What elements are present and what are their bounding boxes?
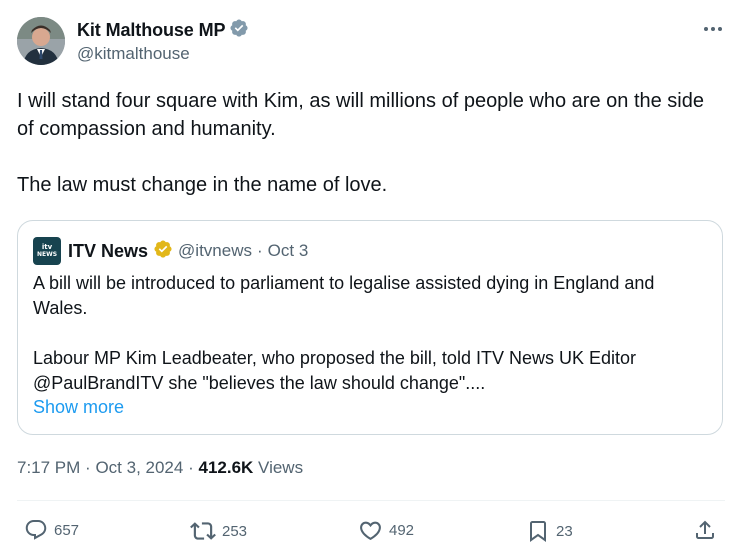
quoted-paragraph: A bill will be introduced to parliament … xyxy=(33,273,655,318)
tweet-paragraph: I will stand four square with Kim, as wi… xyxy=(17,90,704,140)
meta-separator: · xyxy=(188,458,194,477)
show-more-link[interactable]: Show more xyxy=(33,397,124,418)
tweet-text: I will stand four square with Kim, as wi… xyxy=(17,87,717,199)
views-label: Views xyxy=(258,458,304,477)
heart-icon xyxy=(360,521,381,541)
quoted-date[interactable]: Oct 3 xyxy=(268,241,309,261)
bookmark-count: 23 xyxy=(556,522,573,540)
more-horizontal-icon xyxy=(704,27,722,31)
quoted-logo-line2: NEWS xyxy=(36,251,58,258)
quoted-avatar[interactable]: itv NEWS xyxy=(33,237,61,265)
divider xyxy=(17,500,725,501)
reply-count: 657 xyxy=(54,521,80,539)
bookmark-icon xyxy=(530,521,546,542)
more-options-button[interactable] xyxy=(700,18,726,40)
quoted-paragraph: Labour MP Kim Leadbeater, who proposed t… xyxy=(33,348,636,393)
quoted-tweet-card[interactable]: itv NEWS ITV News @itvnews · Oct 3 A bil… xyxy=(17,220,723,435)
quoted-text: A bill will be introduced to parliament … xyxy=(33,271,713,396)
quoted-display-name[interactable]: ITV News xyxy=(68,241,148,262)
author-display-name[interactable]: Kit Malthouse MP xyxy=(77,20,226,41)
meta-separator: · xyxy=(85,458,91,477)
quoted-logo-line1: itv xyxy=(41,243,53,251)
quoted-separator: · xyxy=(256,241,263,260)
views-count: 412.6K xyxy=(198,458,254,477)
quoted-handle[interactable]: @itvnews xyxy=(178,241,252,261)
tweet-meta: 7:17 PM · Oct 3, 2024 · 412.6K Views xyxy=(17,458,303,478)
like-count: 492 xyxy=(389,522,415,539)
repost-button[interactable]: 253 xyxy=(190,518,247,544)
tweet-time[interactable]: 7:17 PM xyxy=(17,458,80,477)
tweet-paragraph: The law must change in the name of love. xyxy=(17,174,388,196)
author-name-row: Kit Malthouse MP xyxy=(77,18,249,43)
reply-button[interactable]: 657 xyxy=(24,518,79,542)
repost-icon xyxy=(190,522,216,540)
quoted-header: itv NEWS ITV News @itvnews · Oct 3 xyxy=(33,237,308,265)
author-avatar[interactable] xyxy=(17,17,65,65)
repost-count: 253 xyxy=(222,522,248,540)
share-button[interactable] xyxy=(693,518,717,542)
share-icon xyxy=(696,520,714,539)
author-handle[interactable]: @kitmalthouse xyxy=(77,44,190,64)
like-button[interactable]: 492 xyxy=(358,518,414,543)
bookmark-button[interactable]: 23 xyxy=(526,518,573,544)
reply-icon xyxy=(25,520,47,540)
tweet-date[interactable]: Oct 3, 2024 xyxy=(95,458,183,477)
tweet: Kit Malthouse MP @kitmalthouse I will st… xyxy=(0,0,742,555)
verified-badge-icon xyxy=(229,18,249,43)
gold-verified-badge-icon xyxy=(153,239,173,264)
